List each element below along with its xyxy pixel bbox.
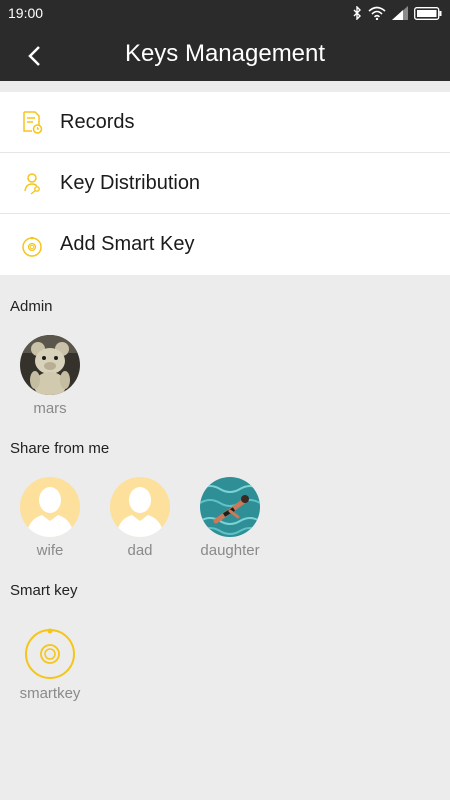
status-bar: 19:00 (0, 0, 450, 26)
menu-item-key-distribution[interactable]: Key Distribution (0, 153, 450, 214)
records-icon (0, 110, 60, 134)
page-title: Keys Management (124, 40, 326, 67)
menu-list: Records Key Distribution Add Smart Key (0, 92, 450, 275)
member-name: mars (33, 400, 67, 417)
member-wife[interactable]: wife (5, 477, 95, 559)
menu-item-label: Records (60, 110, 135, 133)
wifi-icon (368, 6, 386, 20)
smart-key-icon (0, 233, 60, 257)
key-person-icon (0, 171, 60, 195)
member-name: wife (36, 542, 64, 559)
section-title-admin: Admin (10, 298, 53, 315)
menu-item-records[interactable]: Records (0, 92, 450, 153)
smart-key-icon (20, 620, 80, 680)
battery-icon (414, 6, 442, 20)
menu-item-label: Add Smart Key (60, 233, 195, 255)
avatar-swimmer (200, 477, 260, 537)
app-toolbar: Keys Management (0, 26, 450, 81)
member-name: daughter (200, 542, 260, 559)
status-time: 19:00 (8, 5, 44, 21)
section-title-share: Share from me (10, 440, 110, 457)
member-dad[interactable]: dad (95, 477, 185, 559)
bluetooth-icon (353, 6, 361, 20)
member-mars[interactable]: mars (5, 335, 95, 417)
member-daughter[interactable]: daughter (185, 477, 275, 559)
member-smartkey[interactable]: smartkey (5, 620, 95, 702)
default-person-icon (20, 477, 80, 537)
menu-item-add-smart-key[interactable]: Add Smart Key (0, 214, 450, 275)
signal-icon (392, 6, 408, 20)
menu-item-label: Key Distribution (60, 171, 201, 194)
member-name: smartkey (19, 685, 81, 702)
member-name: dad (127, 542, 153, 559)
avatar-teddy-bear (20, 335, 80, 395)
section-title-smart-key: Smart key (10, 582, 78, 599)
status-icons (352, 4, 442, 22)
default-person-icon (110, 477, 170, 537)
